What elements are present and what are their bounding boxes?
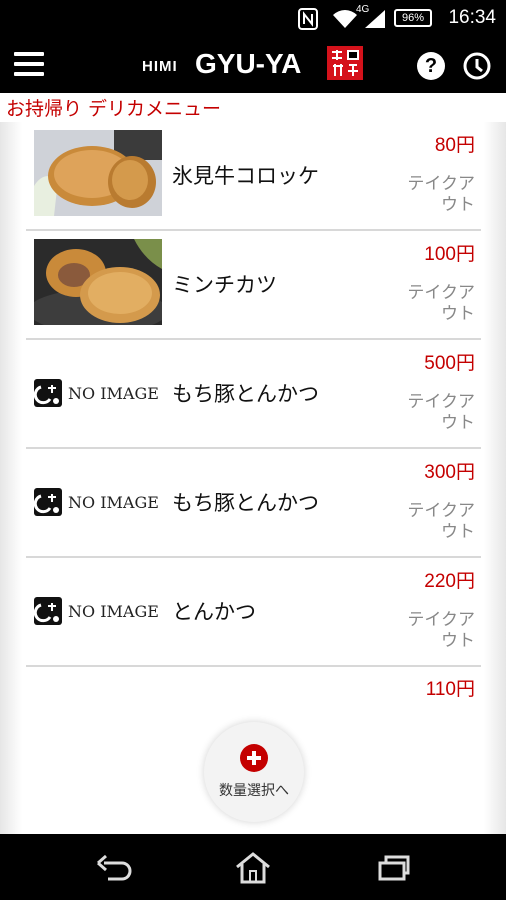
takeout-label: テイクアウト [407,283,475,324]
page-title: お持帰り デリカメニュー [6,98,222,120]
recent-apps-icon[interactable] [372,848,416,888]
item-price: 100円 [424,244,475,265]
no-image-text: NO IMAGE [68,601,159,621]
plus-circle-icon [240,744,268,772]
wifi-icon [332,8,358,30]
no-image-logo-icon [33,379,62,407]
battery-icon: 96% [394,9,432,27]
no-image-text: NO IMAGE [68,383,159,403]
no-image-text: NO IMAGE [68,492,159,512]
item-name: ミンチカツ [172,273,277,297]
menu-item[interactable]: NO IMAGE もち豚とんかつ 300円 テイクアウト [26,449,481,558]
system-nav-bar [0,834,506,900]
app-bar: HIMI GYU-YA ? [0,38,506,93]
home-icon[interactable] [231,848,275,888]
item-price: 500円 [424,353,475,374]
menu-item-partial[interactable]: 110円 [26,668,481,728]
takeout-label: テイクアウト [407,174,475,215]
menu-icon[interactable] [14,50,46,80]
menu-item[interactable]: ミンチカツ 100円 テイクアウト [26,231,481,340]
item-photo-croquette [34,130,162,216]
brand-seal-logo [327,46,363,80]
item-price: 110円 [425,679,475,700]
brand-prefix: HIMI [142,58,178,75]
list-edge-shadow-right [484,122,506,834]
item-name: 氷見牛コロッケ [172,164,319,188]
menu-item[interactable]: 氷見牛コロッケ 80円 テイクアウト [26,122,481,231]
takeout-label: テイクアウト [407,501,475,542]
menu-list: 氷見牛コロッケ 80円 テイクアウト ミンチカツ 100円 テイクアウト NO … [26,122,481,667]
item-price: 80円 [434,135,475,156]
history-icon[interactable] [462,51,492,81]
quantity-select-button[interactable]: 数量選択へ [204,722,304,822]
menu-item[interactable]: NO IMAGE とんかつ 220円 テイクアウト [26,558,481,667]
item-name: とんかつ [172,600,256,624]
status-time: 16:34 [448,7,496,28]
item-photo-menchi-katsu [34,239,162,325]
item-name: もち豚とんかつ [172,382,319,406]
battery-level: 96% [401,12,425,24]
menu-item[interactable]: NO IMAGE もち豚とんかつ 500円 テイクアウト [26,340,481,449]
no-image-placeholder: NO IMAGE [33,368,174,418]
no-image-logo-icon [33,488,62,516]
takeout-label: テイクアウト [407,610,475,651]
item-name: もち豚とんかつ [172,491,319,515]
back-icon[interactable] [92,848,136,888]
help-icon[interactable]: ? [417,52,445,80]
brand-name: GYU-YA [195,48,302,79]
quantity-select-label: 数量選択へ [219,783,289,799]
list-edge-shadow-left [0,122,22,834]
item-price: 220円 [424,571,475,592]
status-bar: 4G 96% 16:34 [0,0,506,38]
nfc-icon [296,8,320,30]
item-price: 300円 [424,462,475,483]
no-image-placeholder: NO IMAGE [33,586,174,636]
signal-icon [362,8,388,30]
no-image-placeholder: NO IMAGE [33,477,174,527]
no-image-logo-icon [33,597,62,625]
takeout-label: テイクアウト [407,392,475,433]
